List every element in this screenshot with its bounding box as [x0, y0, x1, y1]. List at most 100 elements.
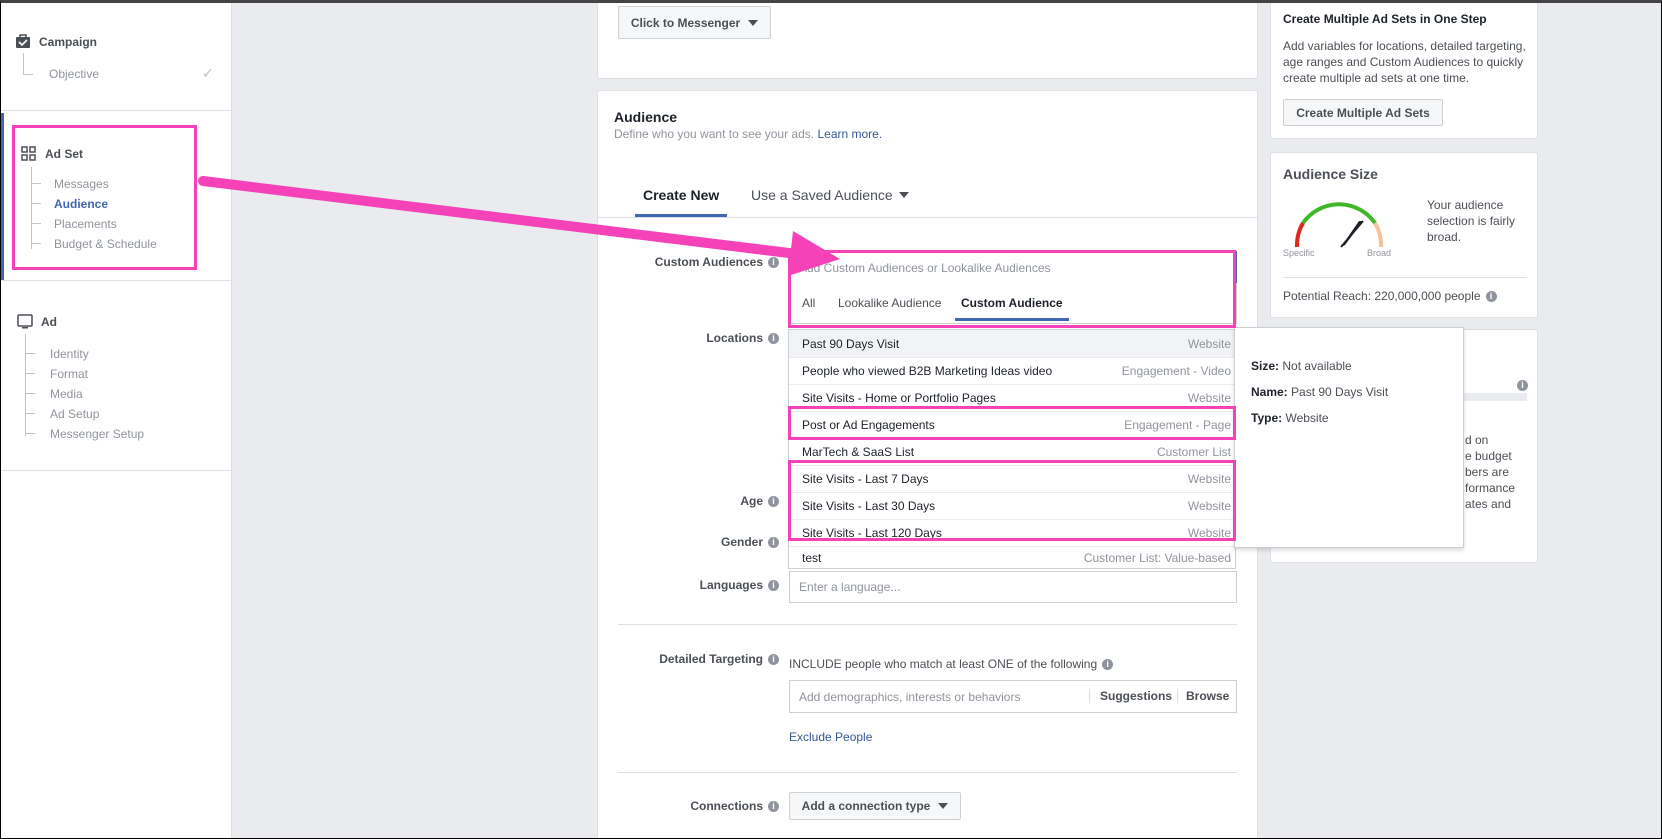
tooltip-type-value: Website	[1285, 411, 1329, 425]
tree-tick	[31, 223, 41, 224]
filter-tab-custom-label: Custom Audience	[961, 296, 1063, 310]
info-icon[interactable]: i	[1102, 659, 1114, 671]
option-type: Website	[1187, 499, 1231, 513]
sidebar-item-identity[interactable]: Identity	[50, 347, 89, 361]
audience-option[interactable]: MarTech & SaaS List Customer List	[789, 438, 1235, 465]
tree-tick	[31, 183, 41, 184]
sidebar-item-messages[interactable]: Messages	[54, 177, 109, 191]
audience-option[interactable]: Site Visits - Last 30 Days Website	[789, 492, 1235, 519]
audience-filter-bar: All Lookalike Audience Custom Audience	[789, 283, 1237, 324]
caret-down-icon	[898, 192, 909, 198]
audience-size-title: Audience Size	[1283, 166, 1378, 182]
tooltip-name-value: Past 90 Days Visit	[1291, 385, 1389, 399]
audience-option[interactable]: test Customer List: Value-based	[789, 546, 1235, 569]
caret-down-icon	[748, 19, 759, 26]
gender-label: Gender i	[721, 535, 779, 549]
briefcase-icon	[15, 34, 31, 49]
option-name: Site Visits - Home or Portfolio Pages	[802, 391, 996, 405]
tree-line	[25, 334, 26, 436]
browse-button[interactable]: Browse	[1177, 689, 1229, 703]
filter-tab-lookalike[interactable]: Lookalike Audience	[838, 296, 941, 310]
monitor-icon	[17, 314, 33, 329]
sidebar-adset-header[interactable]: Ad Set	[21, 146, 83, 161]
tree-tick	[25, 353, 35, 354]
exclude-people-link[interactable]: Exclude People	[789, 730, 872, 744]
tree-line	[31, 167, 32, 249]
sidebar: Campaign Objective ✓ Ad Set Messages Aud…	[1, 3, 232, 838]
info-icon[interactable]: i	[768, 496, 779, 508]
destination-card: Click to Messenger	[597, 0, 1258, 79]
sidebar-ad-header[interactable]: Ad	[17, 314, 57, 329]
sidebar-item-media[interactable]: Media	[50, 387, 83, 401]
sidebar-item-ad-setup[interactable]: Ad Setup	[50, 407, 99, 421]
audience-size-card: Audience Size Specific Broad Your audien…	[1270, 152, 1538, 318]
create-multiple-adsets-button[interactable]: Create Multiple Ad Sets	[1283, 99, 1443, 126]
results-bar	[1463, 393, 1527, 401]
custom-audience-dropdown: Past 90 Days Visit Website People who vie…	[788, 329, 1236, 569]
audience-option[interactable]: Site Visits - Last 7 Days Website	[789, 465, 1235, 492]
tooltip-type-label: Type:	[1251, 411, 1283, 425]
option-name: test	[802, 551, 822, 565]
custom-audiences-input[interactable]: Add Custom Audiences or Lookalike Audien…	[789, 251, 1237, 284]
results-line: d on	[1465, 433, 1489, 447]
sidebar-ad-label: Ad	[41, 314, 57, 329]
languages-input[interactable]: Enter a language...	[789, 571, 1237, 603]
tree-line	[23, 53, 24, 75]
grid-icon	[21, 146, 37, 161]
tooltip-size: Size: Not available	[1251, 359, 1352, 373]
sidebar-item-objective[interactable]: Objective	[49, 67, 99, 81]
detailed-targeting-label-text: Detailed Targeting	[659, 652, 763, 666]
age-label-text: Age	[740, 494, 763, 508]
potential-reach: Potential Reach: 220,000,000 people i	[1283, 289, 1497, 303]
sidebar-campaign-section: Campaign Objective ✓	[1, 3, 232, 111]
section-divider	[618, 624, 1237, 625]
detailed-targeting-input[interactable]: Add demographics, interests or behaviors…	[789, 680, 1237, 713]
suggestions-button[interactable]: Suggestions	[1089, 689, 1172, 703]
languages-label-text: Languages	[699, 578, 763, 592]
sidebar-item-format[interactable]: Format	[50, 367, 88, 381]
sidebar-item-audience[interactable]: Audience	[54, 197, 108, 211]
info-icon[interactable]: i	[1485, 291, 1497, 303]
gauge-broad-label: Broad	[1367, 248, 1392, 258]
info-icon[interactable]: i	[768, 537, 779, 549]
messenger-destination-label: Click to Messenger	[630, 15, 741, 30]
audience-option[interactable]: People who viewed B2B Marketing Ideas vi…	[789, 357, 1235, 384]
tree-tick	[25, 393, 35, 394]
tree-tick	[25, 433, 35, 434]
messenger-destination-dropdown[interactable]: Click to Messenger	[618, 6, 771, 39]
results-line: ates and	[1465, 497, 1512, 511]
filter-tab-all[interactable]: All	[802, 296, 815, 310]
detailed-targeting-label: Detailed Targeting i	[659, 652, 779, 666]
audience-option[interactable]: Post or Ad Engagements Engagement - Page	[789, 411, 1235, 438]
potential-reach-text: Potential Reach: 220,000,000 people	[1283, 289, 1481, 303]
option-name: Site Visits - Last 7 Days	[802, 472, 929, 486]
connections-dropdown[interactable]: Add a connection type	[789, 792, 961, 820]
include-text-label: INCLUDE people who match at least ONE of…	[789, 657, 1098, 671]
audience-option[interactable]: Site Visits - Home or Portfolio Pages Web…	[789, 384, 1235, 411]
gender-label-text: Gender	[720, 535, 763, 549]
sidebar-item-budget-schedule[interactable]: Budget & Schedule	[54, 237, 157, 251]
audience-option[interactable]: Site Visits - Last 120 Days Website	[789, 519, 1235, 546]
tree-tick	[31, 243, 41, 244]
sidebar-adset-label: Ad Set	[45, 146, 84, 161]
sidebar-item-placements[interactable]: Placements	[54, 217, 117, 231]
filter-tab-custom[interactable]: Custom Audience	[955, 296, 1069, 321]
info-icon[interactable]: i	[768, 580, 779, 592]
age-label: Age i	[740, 494, 779, 508]
audience-option[interactable]: Past 90 Days Visit Website	[789, 330, 1235, 357]
sidebar-campaign-header[interactable]: Campaign	[15, 34, 97, 49]
option-name: MarTech & SaaS List	[802, 445, 915, 459]
info-icon[interactable]: i	[768, 801, 779, 813]
info-icon[interactable]: i	[768, 654, 779, 666]
tooltip-size-label: Size:	[1251, 359, 1280, 373]
results-line: e budget	[1465, 449, 1512, 463]
sidebar-item-messenger-setup[interactable]: Messenger Setup	[50, 427, 144, 441]
info-icon[interactable]: i	[1517, 380, 1528, 391]
multiple-adsets-card: Create Multiple Ad Sets in One Step Add …	[1270, 0, 1538, 139]
learn-more-link[interactable]: Learn more.	[817, 127, 882, 141]
option-type: Website	[1187, 391, 1231, 405]
option-type: Customer List	[1156, 445, 1231, 459]
info-icon[interactable]: i	[768, 333, 779, 345]
sidebar-campaign-label: Campaign	[39, 34, 98, 49]
results-line: formance	[1465, 481, 1516, 495]
